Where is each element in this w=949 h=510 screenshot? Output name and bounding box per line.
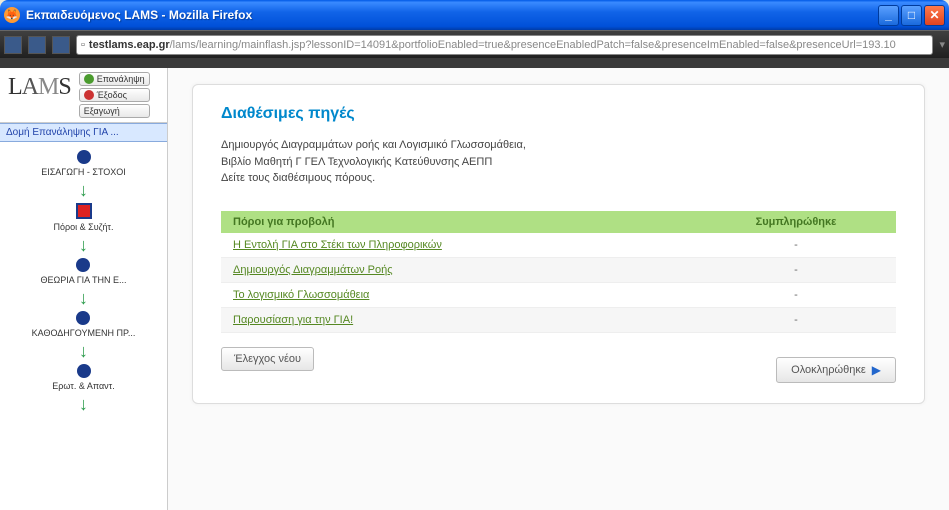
flow-node-label: Ερωτ. & Απαντ. — [48, 381, 118, 391]
resume-icon — [84, 74, 94, 84]
table-row: Η Εντολή ΓΙΑ στο Στέκι των Πληροφορικών … — [221, 233, 896, 258]
flow-node-label: ΚΑΘΟΔΗΓΟΥΜΕΝΗ ΠΡ... — [28, 328, 140, 338]
col-completed: Συμπληρώθηκε — [696, 211, 896, 233]
exit-icon — [84, 90, 94, 100]
flow-arrow-icon: ↓ — [79, 181, 88, 199]
flow-arrow-icon: ↓ — [79, 395, 88, 413]
flow-node-label: ΕΙΣΑΓΩΓΗ - ΣΤΟΧΟΙ — [37, 167, 130, 177]
minimize-button[interactable]: _ — [878, 5, 899, 26]
page-description: Δημιουργός Διαγραμμάτων ροής και Λογισμι… — [221, 137, 896, 187]
flow-arrow-icon: ↓ — [79, 236, 88, 254]
browser-toolbar: ▫ testlams.eap.gr /lams/learning/mainfla… — [0, 30, 949, 58]
window-titlebar: 🦊 Εκπαιδευόμενος LAMS - Mozilla Firefox … — [0, 0, 949, 30]
toolbar-icon-2[interactable] — [28, 36, 46, 54]
complete-button[interactable]: Ολοκληρώθηκε ▶ — [776, 357, 896, 383]
completed-cell: - — [696, 282, 896, 307]
url-domain: testlams.eap.gr — [89, 39, 170, 51]
col-resource: Πόροι για προβολή — [221, 211, 696, 233]
completed-cell: - — [696, 257, 896, 282]
circle-node-icon — [76, 311, 90, 325]
flow-arrow-icon: ↓ — [79, 342, 88, 360]
maximize-button[interactable]: □ — [901, 5, 922, 26]
resource-link[interactable]: Παρουσίαση για την ΓΙΑ! — [233, 314, 353, 326]
circle-node-icon — [77, 364, 91, 378]
lams-logo: LAMS — [4, 72, 75, 103]
flow-node-resources[interactable]: Πόροι & Συζήτ. — [50, 203, 118, 232]
flow-arrow-icon: ↓ — [79, 289, 88, 307]
complete-label: Ολοκληρώθηκε — [791, 364, 866, 376]
flow-node-qa[interactable]: Ερωτ. & Απαντ. — [48, 364, 118, 391]
close-button[interactable]: ✕ — [924, 5, 945, 26]
resource-link[interactable]: Η Εντολή ΓΙΑ στο Στέκι των Πληροφορικών — [233, 239, 442, 251]
desc-line: Δημιουργός Διαγραμμάτων ροής και Λογισμι… — [221, 139, 526, 151]
table-row: Το λογισμικό Γλωσσομάθεια - — [221, 282, 896, 307]
table-row: Παρουσίαση για την ΓΙΑ! - — [221, 307, 896, 332]
sidebar: LAMS Επανάληψη Έξοδος Εξαγωγή Δομή Επανά… — [0, 68, 168, 510]
desc-line: Βιβλίο Μαθητή Γ ΓΕΛ Τεχνολογικής Κατεύθυ… — [221, 156, 492, 168]
completed-cell: - — [696, 233, 896, 258]
circle-node-icon — [77, 150, 91, 164]
content-panel: Διαθέσιμες πηγές Δημιουργός Διαγραμμάτων… — [192, 84, 925, 404]
flow-node-intro[interactable]: ΕΙΣΑΓΩΓΗ - ΣΤΟΧΟΙ — [37, 150, 130, 177]
url-bar[interactable]: ▫ testlams.eap.gr /lams/learning/mainfla… — [76, 35, 933, 55]
main-content: Διαθέσιμες πηγές Δημιουργός Διαγραμμάτων… — [168, 68, 949, 510]
resource-link[interactable]: Δημιουργός Διαγραμμάτων Ροής — [233, 264, 393, 276]
square-node-icon — [76, 203, 92, 219]
resume-button[interactable]: Επανάληψη — [79, 72, 150, 86]
export-label: Εξαγωγή — [84, 106, 120, 116]
resume-label: Επανάληψη — [97, 74, 145, 84]
page-title: Διαθέσιμες πηγές — [221, 105, 896, 123]
flow-node-label: Πόροι & Συζήτ. — [50, 222, 118, 232]
desc-line: Δείτε τους διαθέσιμους πόρους. — [221, 172, 375, 184]
flow-node-theory[interactable]: ΘΕΩΡΙΑ ΓΙΑ ΤΗΝ Ε... — [36, 258, 130, 285]
url-path: /lams/learning/mainflash.jsp?lessonID=14… — [170, 39, 896, 51]
exit-button[interactable]: Έξοδος — [79, 88, 150, 102]
ruler-strip — [0, 58, 949, 68]
flow-node-guided[interactable]: ΚΑΘΟΔΗΓΟΥΜΕΝΗ ΠΡ... — [28, 311, 140, 338]
resource-link[interactable]: Το λογισμικό Γλωσσομάθεια — [233, 289, 369, 301]
url-dropdown-icon[interactable]: ▾ — [939, 38, 945, 51]
forward-arrow-icon: ▶ — [872, 363, 881, 377]
export-button[interactable]: Εξαγωγή — [79, 104, 150, 118]
completed-cell: - — [696, 307, 896, 332]
flow-node-label: ΘΕΩΡΙΑ ΓΙΑ ΤΗΝ Ε... — [36, 275, 130, 285]
toolbar-icon-3[interactable] — [52, 36, 70, 54]
check-new-button[interactable]: Έλεγχος νέου — [221, 347, 314, 371]
resources-table: Πόροι για προβολή Συμπληρώθηκε Η Εντολή … — [221, 211, 896, 333]
window-title: Εκπαιδευόμενος LAMS - Mozilla Firefox — [26, 8, 878, 22]
toolbar-icon-1[interactable] — [4, 36, 22, 54]
table-row: Δημιουργός Διαγραμμάτων Ροής - — [221, 257, 896, 282]
page-identity-icon: ▫ — [81, 39, 85, 51]
circle-node-icon — [76, 258, 90, 272]
activity-flow: ΕΙΣΑΓΩΓΗ - ΣΤΟΧΟΙ ↓ Πόροι & Συζήτ. ↓ ΘΕΩ… — [0, 142, 167, 510]
exit-label: Έξοδος — [97, 90, 127, 100]
firefox-icon: 🦊 — [4, 7, 20, 23]
sidebar-tab[interactable]: Δομή Επανάληψης ΓΙΑ ... — [0, 123, 167, 142]
